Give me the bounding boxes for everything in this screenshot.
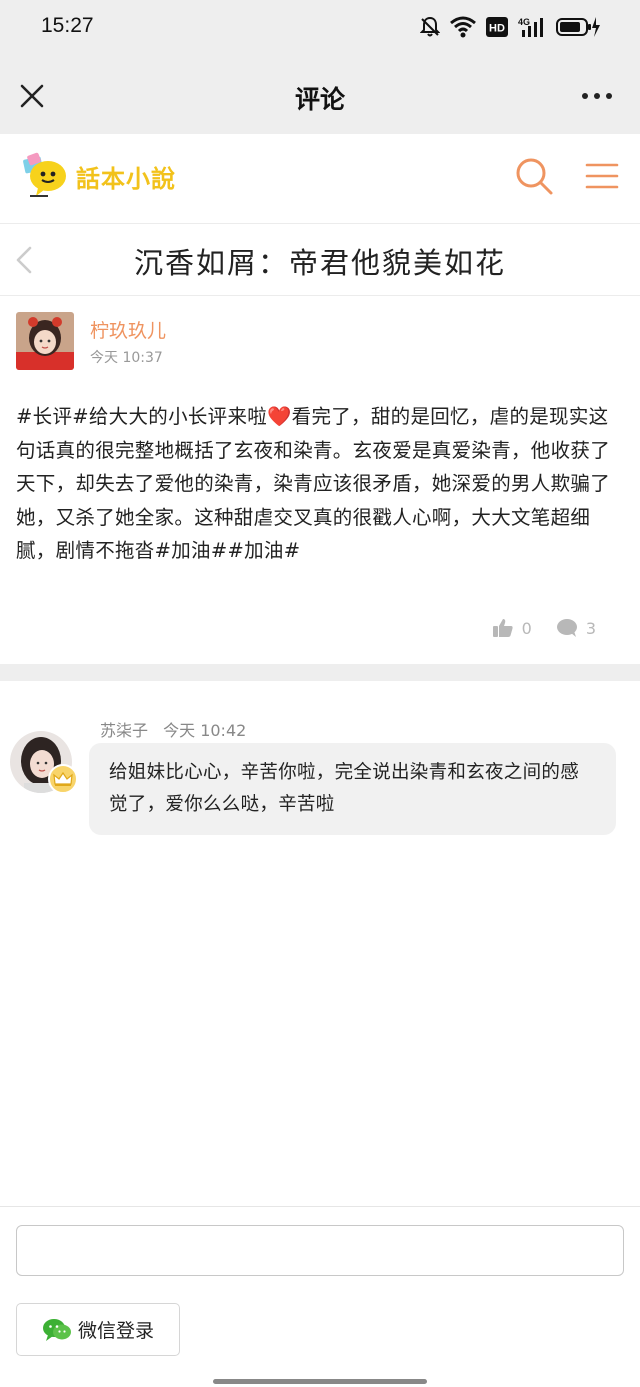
status-time: 15:27 — [41, 14, 94, 37]
cellular-signal-icon: 4G — [518, 17, 543, 37]
author-name[interactable]: 柠玖玖儿 — [90, 316, 166, 343]
avatar-image — [16, 312, 74, 370]
app-header: 评论 — [0, 58, 640, 134]
wifi-icon — [450, 16, 476, 38]
thumbs-up-icon — [492, 619, 513, 637]
mute-bell-icon — [420, 16, 440, 37]
crown-icon — [53, 771, 73, 786]
reply-author-name[interactable]: 苏柒子 — [100, 721, 148, 740]
comment-count: 3 — [585, 618, 596, 638]
comment-input[interactable] — [16, 1225, 624, 1276]
hd-icon: HD — [486, 17, 508, 37]
speech-bubble-icon — [556, 619, 577, 637]
wechat-login-label: 微信登录 — [77, 1320, 154, 1342]
book-title-bar: 沉香如屑：帝君他貌美如花 — [0, 224, 640, 296]
like-count: 0 — [521, 618, 532, 638]
like-button[interactable]: 0 — [492, 618, 532, 638]
author-avatar[interactable] — [16, 312, 74, 370]
reply-timestamp: 今天 10:42 — [163, 721, 247, 740]
main-comment: 柠玖玖儿 今天 10:37 #长评#给大大的小长评来啦❤️看完了，甜的是回忆，虐… — [0, 296, 640, 664]
book-title: 沉香如屑：帝君他貌美如花 — [133, 246, 506, 280]
status-icons: HD 4G — [420, 16, 600, 38]
reply-item: 苏柒子 今天 10:42 给姐妹比心心，辛苦你啦，完全说出染青和玄夜之间的感觉了… — [0, 681, 640, 861]
page-title: 评论 — [294, 85, 345, 114]
reply-meta: 苏柒子 今天 10:42 — [100, 717, 256, 741]
post-timestamp: 今天 10:37 — [90, 350, 163, 366]
logo-mascot-icon — [23, 152, 66, 197]
logo-text: 話本小說 — [76, 164, 176, 193]
battery-charging-icon — [556, 17, 600, 37]
bottom-bar: 微信登录 — [0, 1206, 640, 1387]
wechat-login-button[interactable]: 微信登录 — [16, 1303, 180, 1356]
more-options-button[interactable] — [580, 84, 614, 108]
search-icon — [516, 158, 553, 195]
svg-text:HD: HD — [489, 23, 505, 35]
reply-bubble: 给姐妹比心心，辛苦你啦，完全说出染青和玄夜之间的感觉了，爱你么么哒，辛苦啦 — [89, 743, 616, 835]
site-bar: 話本小說 — [0, 134, 640, 224]
wechat-icon — [42, 1318, 71, 1341]
post-content: #长评#给大大的小长评来啦❤️看完了，甜的是回忆，虐的是现实这句话真的很完整地概… — [16, 405, 611, 562]
svg-text:4G: 4G — [518, 17, 530, 27]
status-bar: 15:27 HD 4G — [0, 0, 640, 58]
section-divider — [0, 664, 640, 681]
post-actions: 0 3 — [492, 618, 596, 638]
site-logo[interactable]: 話本小說 — [22, 152, 176, 200]
search-button[interactable] — [514, 156, 554, 196]
hamburger-menu-icon — [585, 163, 619, 189]
more-dots-icon — [582, 93, 612, 99]
menu-button[interactable] — [584, 158, 620, 194]
home-indicator[interactable] — [213, 1379, 427, 1384]
vip-badge — [48, 764, 78, 794]
comment-count-button[interactable]: 3 — [556, 618, 596, 638]
